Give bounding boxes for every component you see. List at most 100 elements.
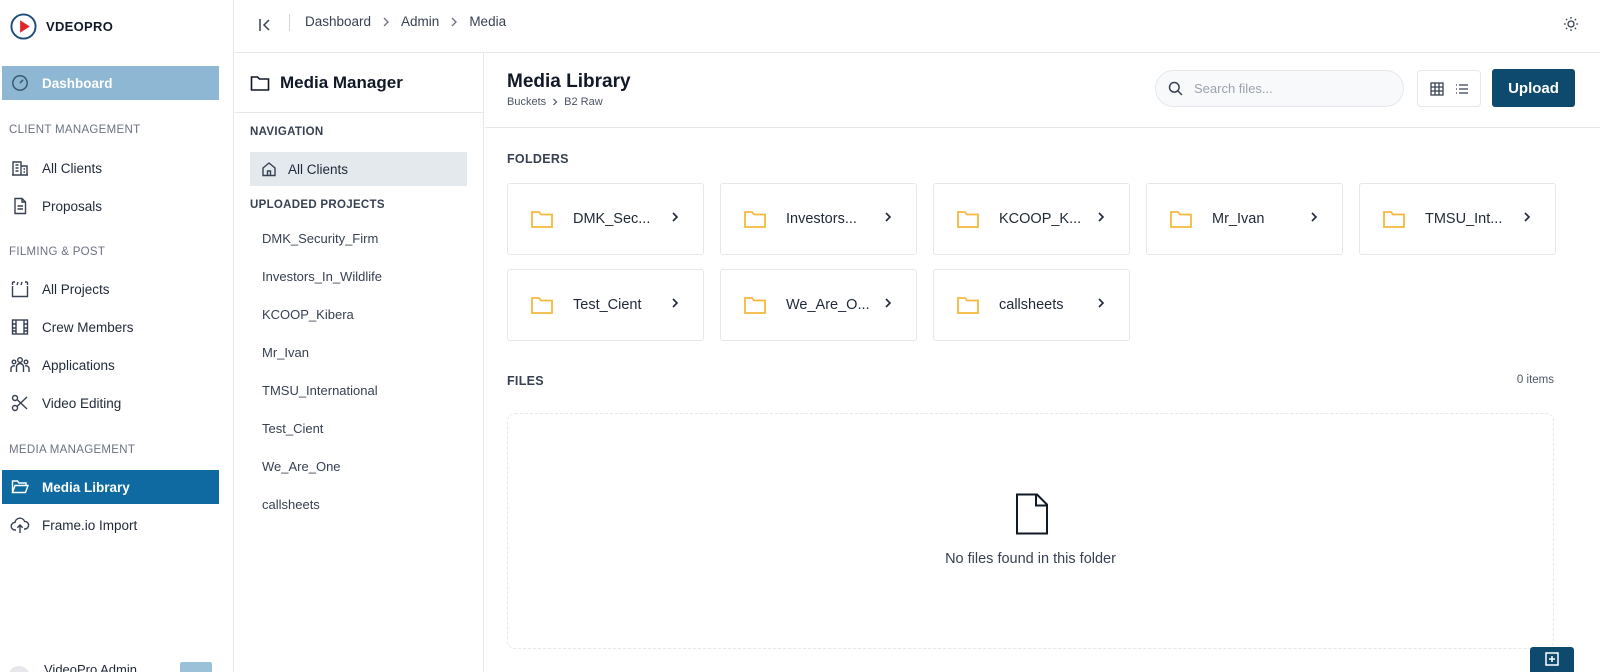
section-media-management: MEDIA MANAGEMENT [9, 444, 136, 456]
project-item[interactable]: DMK_Security_Firm [262, 231, 378, 246]
chevron-right-icon [1523, 211, 1537, 227]
files-heading: FILES [507, 374, 544, 388]
crumb-buckets[interactable]: Buckets [507, 96, 546, 108]
clapperboard-icon [10, 279, 30, 299]
folder-icon [956, 295, 980, 315]
sidebar-item-label: Proposals [42, 198, 103, 214]
chevron-right-icon [884, 297, 898, 313]
navigation-heading: NAVIGATION [250, 126, 324, 138]
files-dropzone[interactable]: No files found in this folder [507, 413, 1554, 649]
sidebar-item-all-projects[interactable]: All Projects [2, 272, 219, 306]
project-item[interactable]: Investors_In_Wildlife [262, 269, 382, 284]
project-item[interactable]: We_Are_One [262, 459, 341, 474]
chevron-right-icon [450, 17, 458, 27]
folder-card[interactable]: DMK_Sec... [507, 183, 704, 255]
project-item[interactable]: KCOOP_Kibera [262, 307, 354, 322]
sidebar-item-dashboard[interactable]: Dashboard [2, 66, 219, 100]
folder-icon [530, 295, 554, 315]
project-item[interactable]: Mr_Ivan [262, 345, 309, 360]
folder-name: KCOOP_K... [999, 211, 1082, 227]
folder-card[interactable]: KCOOP_K... [933, 183, 1130, 255]
film-icon [10, 317, 30, 337]
folder-icon [743, 295, 767, 315]
folder-name: DMK_Sec... [573, 211, 651, 227]
sidebar-item-label: Video Editing [42, 395, 122, 411]
chevron-right-icon [884, 211, 898, 227]
crumb-b2-raw: B2 Raw [564, 96, 603, 108]
people-icon [10, 355, 30, 375]
user-name: VideoPro Admin [44, 662, 137, 672]
folder-icon [250, 72, 272, 94]
gauge-icon [10, 73, 30, 93]
folder-card[interactable]: callsheets [933, 269, 1130, 341]
sidebar-item-frameio-import[interactable]: Frame.io Import [2, 508, 219, 542]
building-icon [10, 158, 30, 178]
sidebar: VDEOPRO Dashboard CLIENT MANAGEMENT All … [0, 0, 234, 672]
upload-button[interactable]: Upload [1492, 69, 1575, 107]
folder-card[interactable]: Test_Cient [507, 269, 704, 341]
sidebar-item-proposals[interactable]: Proposals [2, 189, 219, 223]
sidebar-item-all-clients[interactable]: All Clients [2, 151, 219, 185]
plus-square-icon [1545, 652, 1559, 666]
collapse-left-icon[interactable] [254, 14, 276, 36]
folder-name: Test_Cient [573, 297, 642, 313]
sidebar-item-label: Frame.io Import [42, 517, 138, 533]
sun-icon[interactable] [1559, 12, 1583, 36]
folder-card[interactable]: TMSU_Int... [1359, 183, 1556, 255]
section-filming-post: FILMING & POST [9, 246, 106, 258]
project-item[interactable]: Test_Cient [262, 421, 323, 436]
folder-icon [530, 209, 554, 229]
folder-open-icon [10, 477, 30, 497]
chevron-right-icon [1097, 211, 1111, 227]
folder-icon [1169, 209, 1193, 229]
sidebar-item-label: Media Library [42, 479, 130, 495]
search-box [1155, 70, 1404, 107]
scissors-icon [10, 393, 30, 413]
folder-name: TMSU_Int... [1425, 211, 1503, 227]
grid-icon[interactable] [1427, 79, 1447, 99]
folder-card[interactable]: Investors... [720, 183, 917, 255]
user-menu-button[interactable] [180, 662, 212, 672]
add-floating-button[interactable] [1530, 647, 1574, 672]
files-count: 0 items [1516, 374, 1554, 386]
avatar [8, 666, 30, 672]
folder-card[interactable]: Mr_Ivan [1146, 183, 1343, 255]
folder-name: Investors... [786, 211, 857, 227]
media-manager-header: Media Manager [235, 53, 484, 113]
document-icon [10, 196, 30, 216]
sidebar-item-label: Applications [42, 357, 115, 373]
chevron-right-icon [671, 211, 685, 227]
home-icon [261, 160, 279, 178]
breadcrumb: Dashboard Admin Media [305, 14, 506, 29]
media-library-main: Media Library Buckets B2 Raw Upload FOLD… [485, 53, 1600, 672]
chevron-right-icon [1097, 297, 1111, 313]
chevron-right-icon [552, 98, 558, 106]
brand-name: VDEOPRO [46, 18, 114, 34]
breadcrumb-admin[interactable]: Admin [401, 14, 439, 29]
uploaded-projects-heading: UPLOADED PROJECTS [250, 199, 385, 211]
page-title: Media Library [507, 71, 631, 92]
sidebar-item-crew-members[interactable]: Crew Members [2, 310, 219, 344]
project-item[interactable]: callsheets [262, 497, 320, 512]
folder-card[interactable]: We_Are_O... [720, 269, 917, 341]
file-icon [1016, 493, 1048, 535]
mm-nav-all-clients[interactable]: All Clients [250, 152, 467, 186]
user-profile[interactable]: VideoPro Admin [0, 656, 230, 672]
brand[interactable]: VDEOPRO [10, 11, 113, 41]
chevron-right-icon [382, 17, 390, 27]
sidebar-item-video-editing[interactable]: Video Editing [2, 386, 219, 420]
chevron-right-icon [1310, 211, 1324, 227]
sidebar-item-applications[interactable]: Applications [2, 348, 219, 382]
folder-name: callsheets [999, 297, 1064, 313]
folder-icon [956, 209, 980, 229]
breadcrumb-dashboard[interactable]: Dashboard [305, 14, 371, 29]
project-item[interactable]: TMSU_International [262, 383, 378, 398]
sidebar-item-media-library[interactable]: Media Library [2, 470, 219, 504]
section-client-management: CLIENT MANAGEMENT [9, 124, 141, 136]
divider [289, 14, 290, 31]
search-icon [1168, 81, 1184, 97]
folder-name: We_Are_O... [786, 297, 870, 313]
media-manager-title: Media Manager [280, 72, 403, 92]
search-input[interactable] [1194, 81, 1384, 96]
list-icon[interactable] [1452, 79, 1472, 99]
